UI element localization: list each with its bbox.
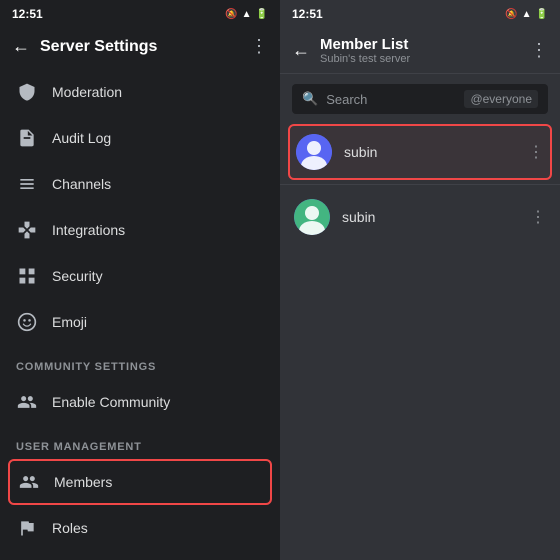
right-wifi-icon: ▲: [522, 9, 532, 20]
member-list: subin ⋮ subin ⋮: [280, 120, 560, 560]
member-avatar-1: [296, 134, 332, 170]
sidebar-item-roles[interactable]: Roles: [0, 505, 280, 551]
sidebar-item-channels[interactable]: Channels: [0, 161, 280, 207]
community-icon: [16, 391, 38, 413]
members-label: Members: [54, 474, 112, 490]
right-more-button[interactable]: ⋮: [530, 40, 548, 61]
sidebar-item-invites[interactable]: Invites: [0, 551, 280, 560]
member-divider: [280, 184, 560, 185]
integrations-label: Integrations: [52, 222, 125, 238]
right-status-icons: 🔕 ▲ 🔋: [505, 9, 548, 20]
emoji-label: Emoji: [52, 314, 87, 330]
avatar-image-2: [294, 199, 330, 235]
left-time: 12:51: [12, 7, 43, 21]
sidebar-item-security[interactable]: Security: [0, 253, 280, 299]
right-header: ← Member List Subin's test server ⋮: [280, 28, 560, 74]
left-more-button[interactable]: ⋮: [250, 36, 268, 57]
doc-icon: [16, 127, 38, 149]
shield-icon: [16, 81, 38, 103]
right-status-bar: 12:51 🔕 ▲ 🔋: [280, 0, 560, 28]
roles-icon: [16, 517, 38, 539]
list-icon: [16, 173, 38, 195]
right-panel: 12:51 🔕 ▲ 🔋 ← Member List Subin's test s…: [280, 0, 560, 560]
right-header-title: Member List: [320, 36, 520, 53]
right-back-button[interactable]: ←: [292, 40, 310, 61]
right-time: 12:51: [292, 7, 323, 21]
right-notification-icon: 🔕: [505, 9, 517, 20]
member-item-subin-2[interactable]: subin ⋮: [280, 189, 560, 245]
left-status-bar: 12:51 🔕 ▲ 🔋: [0, 0, 280, 28]
right-header-subtitle: Subin's test server: [320, 53, 520, 65]
emoji-icon: [16, 311, 38, 333]
right-header-info: Member List Subin's test server: [320, 36, 520, 65]
sidebar-item-emoji[interactable]: Emoji: [0, 299, 280, 345]
security-icon: [16, 265, 38, 287]
enable-community-label: Enable Community: [52, 394, 170, 410]
channels-label: Channels: [52, 176, 111, 192]
members-icon: [18, 471, 40, 493]
user-management-section-header: USER MANAGEMENT: [0, 425, 280, 459]
roles-label: Roles: [52, 520, 88, 536]
member-name-1: subin: [344, 144, 516, 160]
search-bar[interactable]: 🔍 Search @everyone: [292, 84, 548, 114]
search-icon: 🔍: [302, 91, 318, 107]
sidebar-item-moderation[interactable]: Moderation: [0, 69, 280, 115]
search-everyone-badge: @everyone: [464, 90, 538, 108]
member-item-subin-1[interactable]: subin ⋮: [288, 124, 552, 180]
sidebar-item-enable-community[interactable]: Enable Community: [0, 379, 280, 425]
sidebar-item-audit-log[interactable]: Audit Log: [0, 115, 280, 161]
wifi-icon: ▲: [242, 9, 252, 20]
audit-log-label: Audit Log: [52, 130, 111, 146]
avatar-image-1: [296, 134, 332, 170]
sidebar-item-integrations[interactable]: Integrations: [0, 207, 280, 253]
left-back-button[interactable]: ←: [12, 36, 30, 57]
left-status-icons: 🔕 ▲ 🔋: [225, 9, 268, 20]
search-input[interactable]: Search: [326, 92, 456, 107]
sidebar-item-members[interactable]: Members: [8, 459, 272, 505]
moderation-label: Moderation: [52, 84, 122, 100]
right-battery-icon: 🔋: [536, 9, 548, 20]
member-avatar-2: [294, 199, 330, 235]
notification-icon: 🔕: [225, 9, 237, 20]
left-panel: 12:51 🔕 ▲ 🔋 ← Server Settings ⋮ Moderati…: [0, 0, 280, 560]
member-name-2: subin: [342, 209, 518, 225]
member-more-button-2[interactable]: ⋮: [530, 207, 546, 227]
community-settings-section-header: COMMUNITY SETTINGS: [0, 345, 280, 379]
left-header: ← Server Settings ⋮: [0, 28, 280, 65]
gamepad-icon: [16, 219, 38, 241]
security-label: Security: [52, 268, 103, 284]
battery-icon: 🔋: [256, 9, 268, 20]
left-header-title: Server Settings: [40, 38, 240, 56]
settings-list: Moderation Audit Log Channels Integratio…: [0, 65, 280, 560]
member-more-button-1[interactable]: ⋮: [528, 142, 544, 162]
